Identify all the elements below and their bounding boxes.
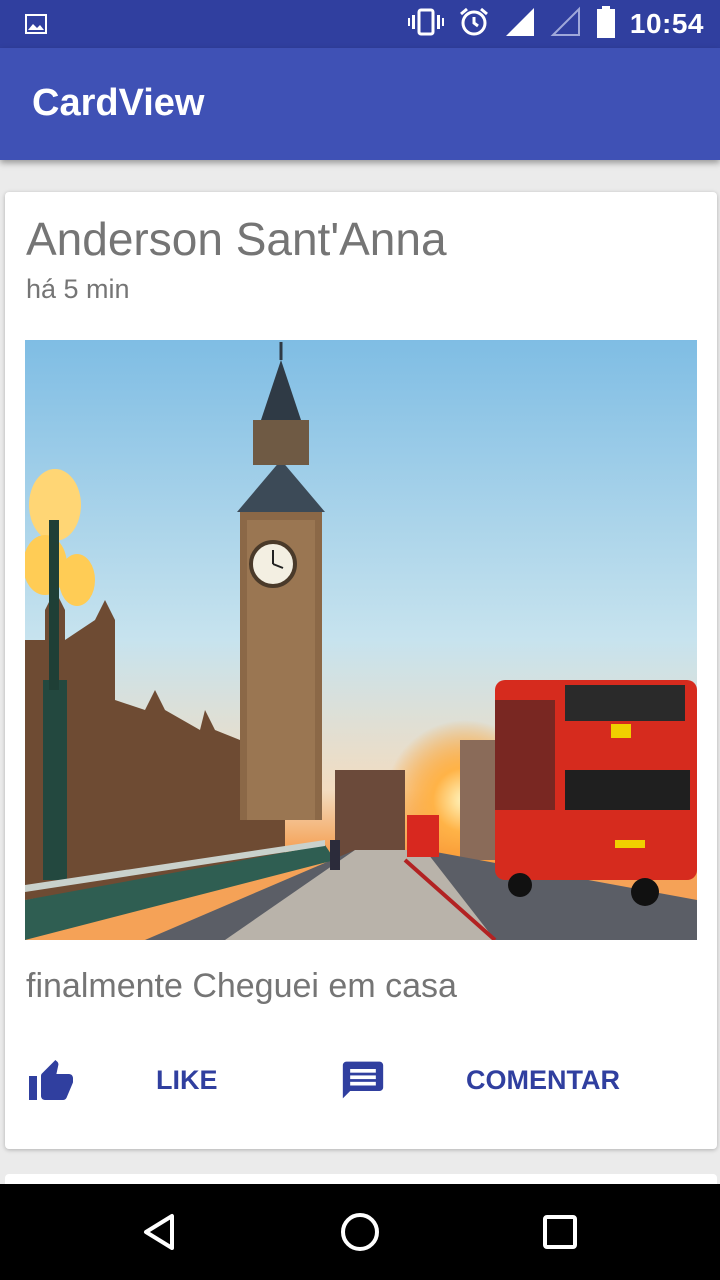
status-time: 10:54	[629, 8, 704, 39]
author-name: Anderson Sant'Anna	[26, 213, 447, 265]
recents-icon[interactable]	[512, 1184, 608, 1280]
image-notification-icon	[24, 12, 48, 36]
app-title: CardView	[32, 82, 205, 124]
navigation-bar	[0, 1184, 720, 1280]
comment-button[interactable]: COMENTAR	[466, 1050, 620, 1110]
like-button[interactable]: LIKE	[156, 1050, 218, 1110]
post-image	[25, 340, 697, 940]
like-icon[interactable]	[27, 1050, 75, 1110]
back-icon[interactable]	[112, 1184, 208, 1280]
home-icon[interactable]	[312, 1184, 408, 1280]
post-card: Anderson Sant'Anna há 5 min finalmente C…	[5, 192, 717, 1149]
signal-icon	[504, 6, 536, 43]
app-bar: CardView	[0, 48, 720, 160]
alarm-icon	[458, 6, 490, 43]
signal-empty-icon	[550, 6, 582, 43]
status-bar: 10:54	[0, 0, 720, 48]
post-time: há 5 min	[26, 274, 130, 304]
vibrate-icon	[407, 8, 444, 41]
comment-icon[interactable]	[341, 1050, 385, 1110]
battery-icon	[596, 5, 616, 43]
post-text: finalmente Cheguei em casa	[26, 967, 457, 1005]
